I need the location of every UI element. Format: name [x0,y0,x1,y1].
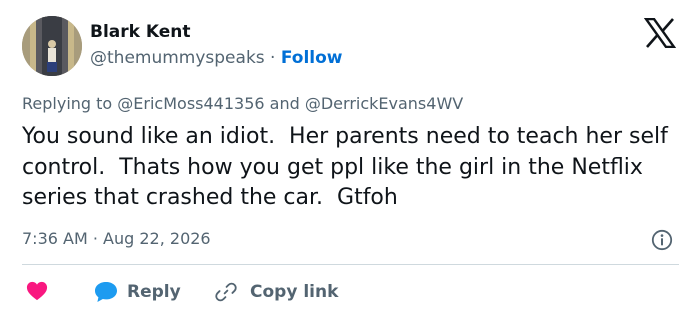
tweet-timestamp[interactable]: 7:36 AM · Aug 22, 2026 [22,229,211,248]
x-logo-icon[interactable] [644,18,676,48]
copy-link-button[interactable]: Copy link [215,278,338,306]
mention-link[interactable]: @EricMoss441356 [117,94,264,113]
tweet-date: Aug 22, 2026 [103,229,211,248]
author-handle-row: @themummyspeaks · Follow [90,48,343,68]
divider [22,264,679,265]
tweet-text: You sound like an idiot. Her parents nee… [22,124,675,210]
tweet-time: 7:36 AM [22,229,88,248]
reply-label: Reply [127,282,181,302]
avatar-image [22,16,82,76]
replying-prefix: Replying to [22,94,118,113]
reply-button[interactable]: Reply [94,278,181,306]
replying-joiner: and [264,94,305,113]
link-icon [215,282,237,302]
copy-link-label: Copy link [250,282,339,302]
replying-to: Replying to @EricMoss441356 and @Derrick… [22,94,463,113]
author-name[interactable]: Blark Kent [90,22,191,42]
author-handle[interactable]: @themummyspeaks [90,48,265,68]
mention-link[interactable]: @DerrickEvans4WV [305,94,463,113]
heart-icon[interactable] [26,280,48,302]
follow-button[interactable]: Follow [281,48,343,68]
avatar[interactable] [22,16,82,76]
meta-separator: · [87,229,104,248]
handle-separator: · [264,48,281,68]
reply-bubble-icon [95,282,117,302]
info-icon[interactable] [651,229,673,251]
action-bar: Reply Copy link [22,276,679,306]
